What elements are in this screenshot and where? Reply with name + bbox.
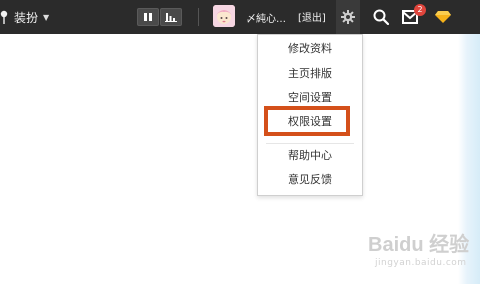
settings-button[interactable] bbox=[336, 0, 360, 34]
avatar[interactable] bbox=[213, 5, 235, 27]
caret-down-icon: ▼ bbox=[43, 12, 50, 22]
mail-badge: 2 bbox=[414, 4, 426, 16]
menu-item-homepage-layout[interactable]: 主页排版 bbox=[258, 63, 362, 85]
stats-button[interactable] bbox=[160, 8, 182, 26]
pin-icon bbox=[0, 10, 8, 24]
baidu-jingyan-watermark: Baidu 经验 bbox=[368, 234, 470, 256]
toolbar-divider bbox=[198, 8, 199, 26]
permission-settings-highlight bbox=[264, 106, 350, 136]
bar-chart-icon bbox=[165, 13, 177, 22]
menu-item-feedback[interactable]: 意见反馈 bbox=[258, 169, 362, 191]
username[interactable]: 〆純心… bbox=[246, 10, 286, 25]
menu-divider bbox=[266, 143, 354, 144]
logout-link[interactable]: [退出] bbox=[298, 9, 326, 24]
avatar-image bbox=[213, 5, 235, 27]
search-icon[interactable] bbox=[373, 9, 389, 25]
pause-icon bbox=[144, 13, 152, 21]
settings-dropdown: 修改资料 主页排版 空间设置 权限设置 帮助中心 意见反馈 bbox=[257, 34, 363, 196]
menu-item-edit-profile[interactable]: 修改资料 bbox=[258, 38, 362, 60]
diamond-icon[interactable] bbox=[434, 10, 452, 24]
gear-icon bbox=[341, 10, 355, 24]
dress-up-label: 装扮 bbox=[14, 10, 39, 25]
top-bar: 装扮 ▼ 〆純心… [退出] 2 bbox=[0, 0, 480, 34]
pause-button[interactable] bbox=[137, 8, 159, 26]
dress-up-menu[interactable]: 装扮 ▼ bbox=[0, 9, 49, 25]
watermark-url: jingyan.baidu.com bbox=[375, 258, 467, 268]
menu-item-help-center[interactable]: 帮助中心 bbox=[258, 145, 362, 167]
